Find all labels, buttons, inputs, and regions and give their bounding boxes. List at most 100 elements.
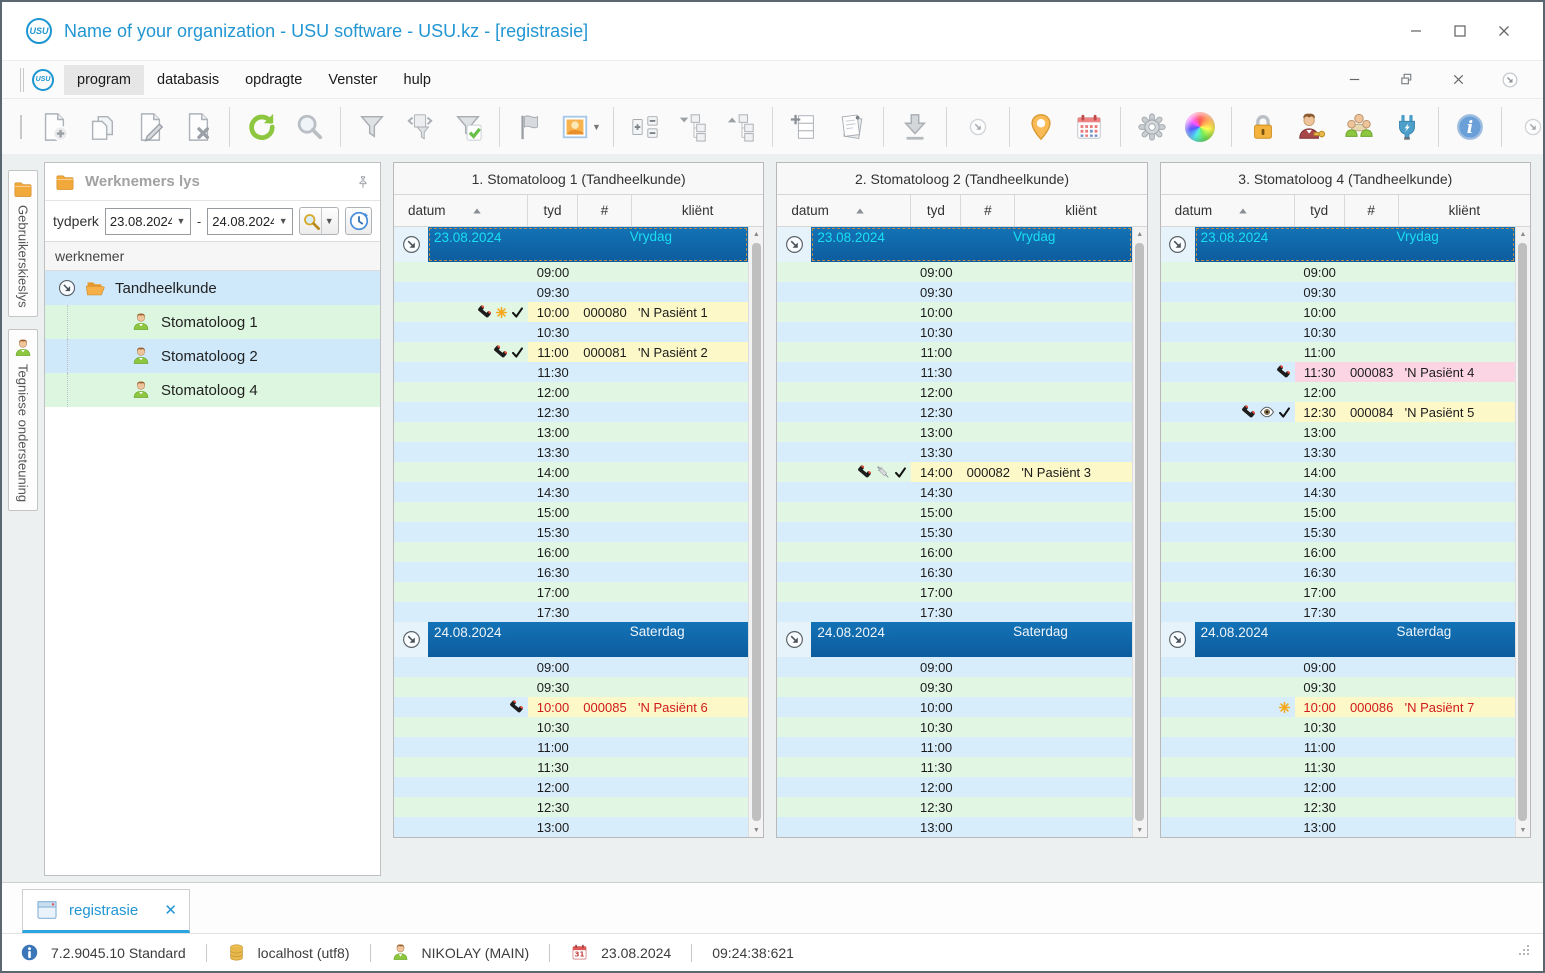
circle-arrow-icon[interactable]	[1167, 629, 1188, 650]
time-slot-row[interactable]: 17:30	[394, 602, 749, 622]
time-slot-row[interactable]: 11:30	[1160, 757, 1515, 777]
time-slot-row[interactable]: 10:30	[394, 717, 749, 737]
time-slot-row[interactable]: 10:30	[1160, 717, 1515, 737]
tree-item-Stomatoloog 4[interactable]: Stomatoloog 4	[45, 373, 380, 407]
time-slot-row[interactable]: 12:00	[394, 382, 749, 402]
menu-item-Venster[interactable]: Venster	[315, 65, 390, 95]
picture-button[interactable]: ▼	[557, 105, 604, 149]
chevron-down-icon[interactable]: ▼	[274, 209, 292, 234]
time-slot-row[interactable]: 09:00	[394, 657, 749, 677]
col-header-klient[interactable]: kliënt	[1399, 195, 1530, 226]
delete-record-button[interactable]	[176, 105, 220, 149]
date-to-combobox[interactable]: 24.08.2024 ▼	[207, 207, 294, 235]
time-slot-row[interactable]: 15:30	[394, 522, 749, 542]
time-slot-row[interactable]: 16:00	[394, 542, 749, 562]
scroll-down-icon[interactable]: ▼	[1520, 823, 1527, 837]
flag-button[interactable]	[509, 105, 553, 149]
col-header-tyd[interactable]: tyd	[528, 195, 578, 226]
column-scrollbar[interactable]: ▲ ▼	[748, 227, 764, 837]
time-slot-row[interactable]: 13:30	[1160, 442, 1515, 462]
time-slot-row[interactable]: 12:30	[394, 797, 749, 817]
date-row[interactable]: 24.08.2024 Saterdag	[394, 622, 749, 657]
users-button[interactable]	[1337, 105, 1381, 149]
time-slot-row[interactable]: 11:30	[777, 362, 1132, 382]
time-slot-row[interactable]: 12:30	[777, 797, 1132, 817]
add-row-button[interactable]	[782, 105, 826, 149]
time-slot-row[interactable]: 12:00	[1160, 382, 1515, 402]
time-slot-row[interactable]: 11:00	[777, 737, 1132, 757]
col-header-number[interactable]: #	[1345, 195, 1399, 226]
time-slot-row[interactable]: 10:30	[394, 322, 749, 342]
time-slot-row[interactable]: 09:30	[777, 677, 1132, 697]
time-slot-row[interactable]: 13:30	[394, 442, 749, 462]
scroll-down-icon[interactable]: ▼	[753, 823, 760, 837]
scroll-up-icon[interactable]: ▲	[1520, 227, 1527, 241]
time-slot-row[interactable]: 17:00	[394, 582, 749, 602]
menu-item-program[interactable]: program	[64, 64, 144, 95]
menu-item-opdragte[interactable]: opdragte	[232, 65, 315, 95]
col-header-datum[interactable]: datum	[1161, 195, 1295, 226]
user-rights-button[interactable]	[1289, 105, 1333, 149]
tree-item-Stomatoloog 2[interactable]: Stomatoloog 2	[45, 339, 380, 373]
time-slot-row[interactable]: 09:00	[777, 657, 1132, 677]
side-tab-Tegniese ondersteuning[interactable]: Tegniese ondersteuning	[8, 328, 38, 511]
time-slot-row[interactable]: 15:00	[777, 502, 1132, 522]
filter-columns-button[interactable]	[398, 105, 442, 149]
column-scrollbar[interactable]: ▲ ▼	[1514, 227, 1530, 837]
time-slot-row[interactable]: 10:30	[1160, 322, 1515, 342]
time-slot-row[interactable]: 14:00	[1160, 462, 1515, 482]
copy-record-button[interactable]	[80, 105, 124, 149]
time-slot-row[interactable]: 09:30	[777, 282, 1132, 302]
palette-button[interactable]	[1178, 105, 1222, 149]
side-tab-Gebruikerskieslys[interactable]: Gebruikerskieslys	[8, 170, 38, 317]
time-slot-row[interactable]: 17:00	[777, 582, 1132, 602]
time-slot-row[interactable]: 15:30	[777, 522, 1132, 542]
settings-button[interactable]	[1130, 105, 1174, 149]
time-slot-row[interactable]: 16:00	[1160, 542, 1515, 562]
add-record-button[interactable]	[32, 105, 76, 149]
time-slot-row[interactable]: 09:30	[394, 677, 749, 697]
mdi-restore-button[interactable]	[1391, 68, 1421, 92]
scroll-thumb[interactable]	[1135, 243, 1145, 821]
col-header-tyd[interactable]: tyd	[911, 195, 962, 226]
search-button[interactable]	[287, 105, 331, 149]
more-button[interactable]	[1511, 105, 1545, 149]
time-slot-row[interactable]: 09:30	[1160, 282, 1515, 302]
toolbar-grip[interactable]	[20, 67, 24, 92]
calendar-button[interactable]	[1067, 105, 1111, 149]
col-header-tyd[interactable]: tyd	[1295, 195, 1345, 226]
date-band[interactable]: 23.08.2024 Vrydag	[811, 227, 1132, 262]
time-slot-row[interactable]: 13:00	[1160, 817, 1515, 837]
date-row[interactable]: 24.08.2024 Saterdag	[1160, 622, 1515, 657]
pin-icon[interactable]	[356, 175, 370, 189]
time-slot-row[interactable]: 11:00	[1160, 737, 1515, 757]
clock-button[interactable]	[345, 207, 372, 235]
chevron-down-icon[interactable]: ▼	[320, 208, 337, 234]
circle-arrow-icon[interactable]	[401, 234, 422, 255]
time-slot-row[interactable]: 10:30	[777, 717, 1132, 737]
filter-confirm-button[interactable]	[446, 105, 490, 149]
time-slot-row[interactable]: 13:00	[394, 422, 749, 442]
close-button[interactable]	[1489, 19, 1519, 43]
chevron-down-icon[interactable]: ▼	[592, 122, 601, 132]
circle-arrow-icon[interactable]	[57, 278, 77, 298]
circle-arrow-icon[interactable]	[401, 629, 422, 650]
time-slot-row[interactable]: 13:00	[777, 817, 1132, 837]
time-slot-row[interactable]: 15:00	[394, 502, 749, 522]
tab-registrasie[interactable]: registrasie ✕	[22, 889, 190, 933]
mdi-close-button[interactable]	[1443, 68, 1473, 92]
time-slot-row[interactable]: 12:30	[777, 402, 1132, 422]
time-slot-row[interactable]: 12:00	[394, 777, 749, 797]
time-slot-row[interactable]: 14:30	[394, 482, 749, 502]
col-header-number[interactable]: #	[961, 195, 1016, 226]
filter-button[interactable]	[350, 105, 394, 149]
scroll-down-icon[interactable]: ▼	[1136, 823, 1143, 837]
resize-grip[interactable]	[1515, 943, 1531, 962]
col-header-number[interactable]: #	[578, 195, 632, 226]
info-button[interactable]: i	[1448, 105, 1492, 149]
date-from-combobox[interactable]: 23.08.2024 ▼	[104, 207, 191, 235]
appointment-row[interactable]: 10:00 000085 'N Pasiënt 6	[394, 697, 749, 717]
tree-item-Tandheelkunde[interactable]: Tandheelkunde	[45, 271, 380, 305]
more-button[interactable]	[956, 105, 1000, 149]
col-header-klient[interactable]: kliënt	[632, 195, 763, 226]
